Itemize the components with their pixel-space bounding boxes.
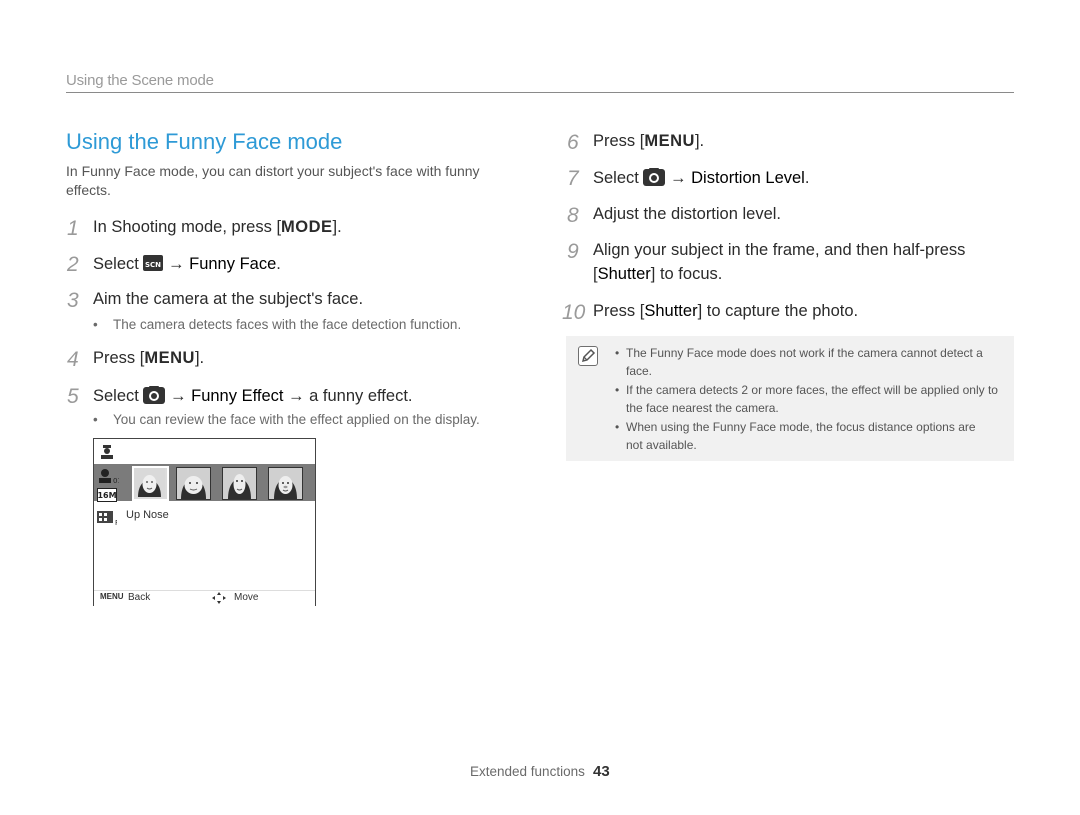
step-9-continued: [Shutter] to focus. [593, 265, 723, 283]
bullet-face-detection: The camera detects faces with the face d… [93, 317, 461, 332]
footer-label: Extended functions [470, 764, 585, 779]
note-item: When using the Funny Face mode, the focu… [615, 418, 990, 454]
menu-button-icon: MENU [100, 592, 124, 601]
step-10: 10 Press [Shutter] to capture the photo. [562, 301, 859, 324]
svg-text:F: F [115, 519, 117, 525]
resolution-icon: 16M [97, 488, 117, 502]
page-title: Using the Funny Face mode [66, 129, 343, 154]
effect-thumbnail-3[interactable] [222, 467, 257, 500]
step-1: 1 In Shooting mode, press [MODE]. [67, 217, 342, 240]
svg-text:16M: 16M [97, 491, 116, 500]
step-9: 9 Align your subject in the frame, and t… [567, 240, 966, 263]
step-7: 7 Select → Distortion Level. [567, 167, 810, 191]
svg-text:SCN: SCN [145, 261, 161, 269]
step-6: 6 Press [MENU]. [567, 131, 705, 154]
step-5: 5 Select → Funny Effect → a funny effect… [67, 385, 413, 409]
option-label: Up Nose [126, 509, 169, 521]
move-label: Move [234, 592, 259, 603]
effect-thumbnail-1[interactable] [132, 466, 169, 501]
camera-icon [143, 386, 166, 409]
menu-key: MENU [144, 349, 195, 367]
note-item: If the camera detects 2 or more faces, t… [615, 381, 1010, 417]
header-rule [66, 92, 1014, 93]
shutter-key: Shutter [644, 302, 698, 320]
effect-thumbnail-bar: 01 [94, 464, 315, 501]
effect-thumbnail-4[interactable] [268, 467, 303, 500]
quality-icon: F [97, 511, 119, 527]
page-number: 43 [593, 763, 610, 780]
step-number: 1 [67, 217, 79, 240]
step-2: 2 Select SCN → Funny Face. [67, 253, 281, 277]
back-label: Back [128, 592, 151, 603]
step-8: 8 Adjust the distortion level. [567, 204, 782, 227]
camera-screen: 01 16M F Up Nose MENU Back Move [93, 438, 316, 606]
section-header: Using the Scene mode [66, 72, 214, 89]
bullet-review-face: You can review the face with the effect … [93, 412, 480, 427]
effect-thumbnail-2[interactable] [176, 467, 211, 500]
screen-bottom-bar: MENU Back Move [94, 590, 315, 606]
menu-key: MENU [644, 132, 695, 150]
step-4: 4 Press [MENU]. [67, 348, 205, 371]
camera-icon [643, 168, 666, 191]
mode-key: MODE [281, 218, 333, 236]
funny-face-icon: 01 [97, 468, 122, 485]
svg-text:01: 01 [113, 477, 119, 484]
intro-text: In Funny Face mode, you can distort your… [66, 163, 480, 198]
note-pencil-icon [578, 346, 598, 366]
scene-icon: SCN [143, 254, 164, 277]
face-icon [98, 445, 116, 459]
note-item: The Funny Face mode does not work if the… [615, 344, 986, 380]
shutter-key: Shutter [597, 265, 651, 283]
step-3: 3 Aim the camera at the subject's face. [67, 289, 364, 312]
move-icon [212, 592, 226, 607]
